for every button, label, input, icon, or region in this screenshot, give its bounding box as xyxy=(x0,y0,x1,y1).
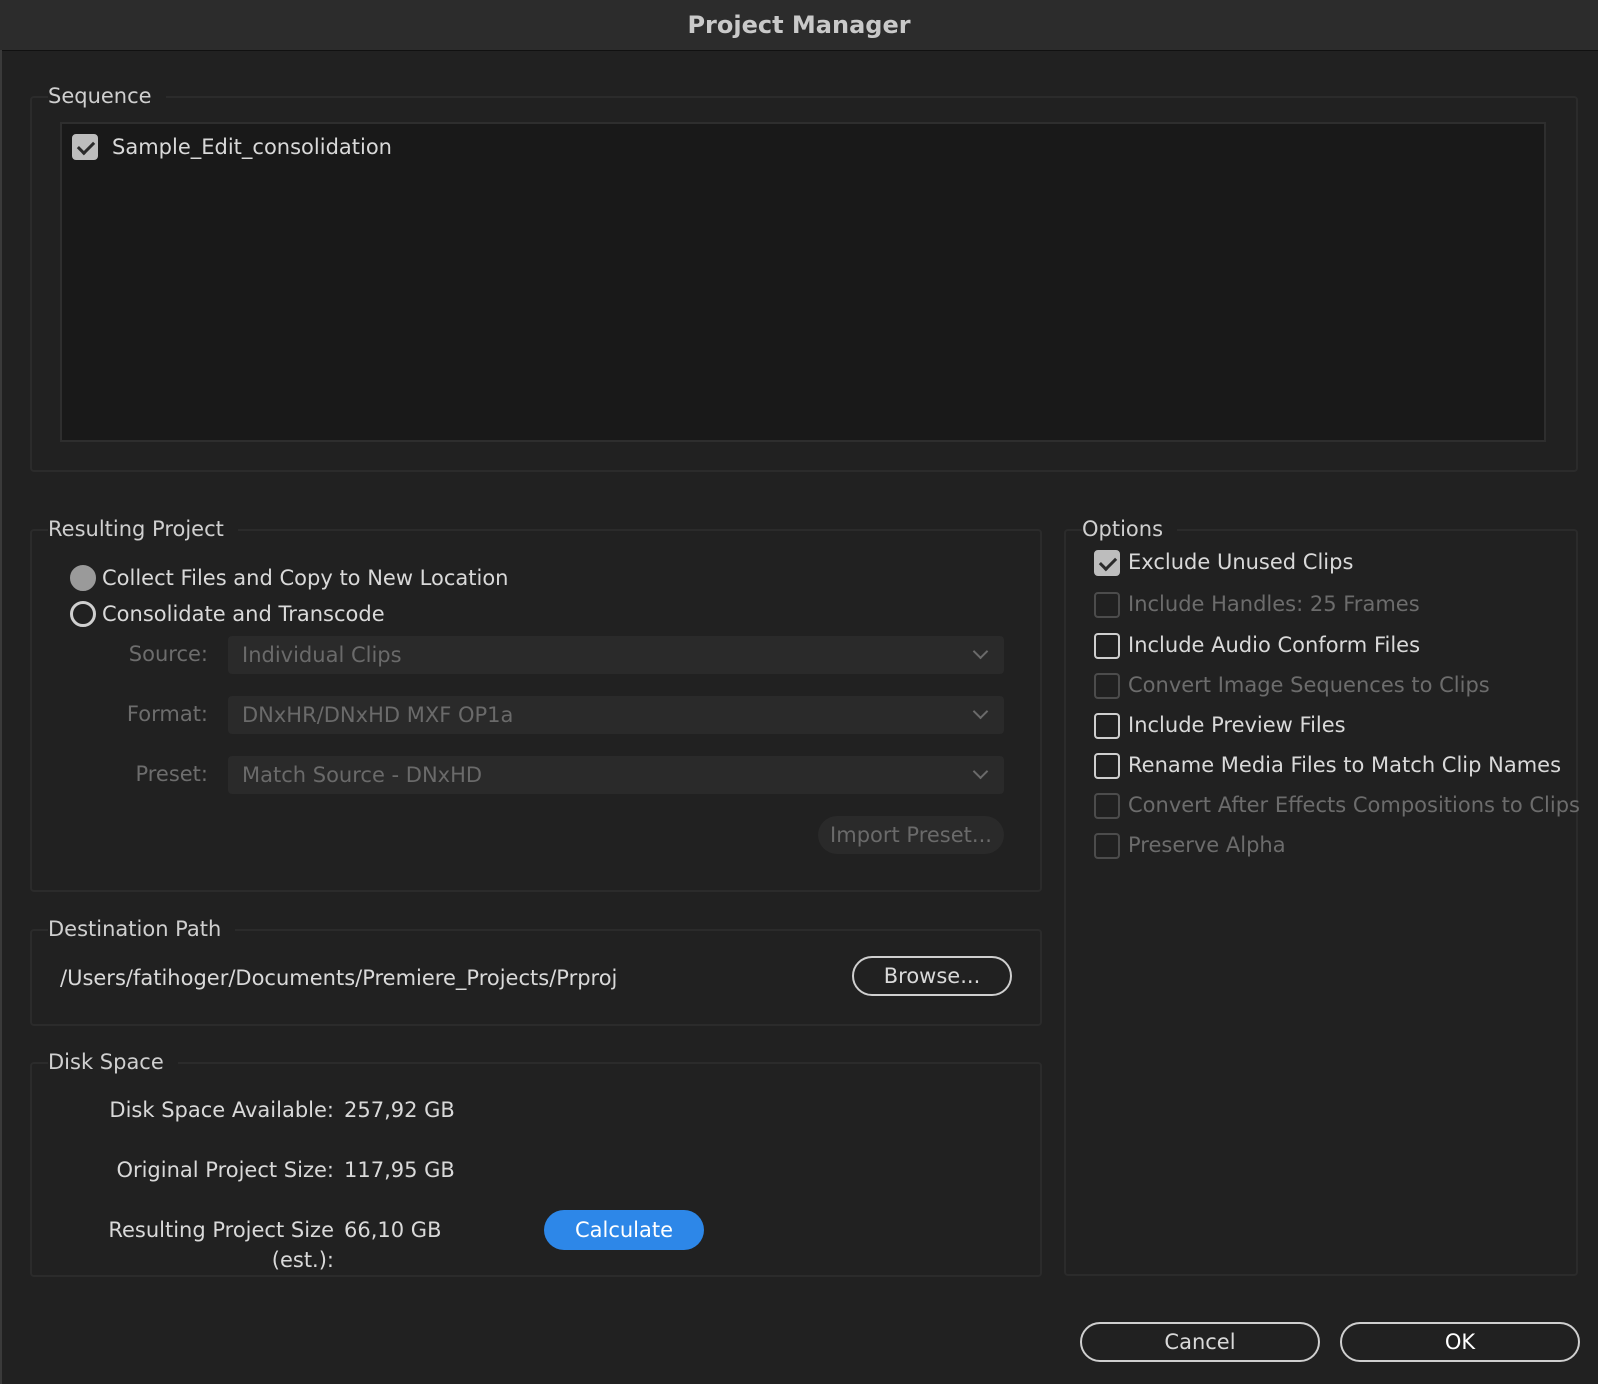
preset-label: Preset: xyxy=(135,762,208,786)
convert-ae-compositions-checkbox[interactable] xyxy=(1094,793,1120,819)
include-audio-conform-label[interactable]: Include Audio Conform Files xyxy=(1128,630,1420,660)
convert-ae-compositions-label: Convert After Effects Compositions to Cl… xyxy=(1128,793,1580,817)
chevron-down-icon xyxy=(972,763,989,780)
rename-media-files-label[interactable]: Rename Media Files to Match Clip Names xyxy=(1128,750,1561,780)
exclude-unused-clips-label[interactable]: Exclude Unused Clips xyxy=(1128,547,1353,577)
collect-files-radio[interactable] xyxy=(70,565,96,591)
preset-select[interactable]: Match Source - DNxHD xyxy=(228,756,1004,794)
include-handles-label: Include Handles: 25 Frames xyxy=(1128,592,1420,616)
browse-button[interactable]: Browse... xyxy=(852,956,1012,996)
include-preview-files-label[interactable]: Include Preview Files xyxy=(1128,710,1346,740)
options-legend: Options xyxy=(1082,514,1178,544)
sequence-item-label: Sample_Edit_consolidation xyxy=(112,135,392,159)
preserve-alpha-checkbox[interactable] xyxy=(1094,833,1120,859)
import-preset-button[interactable]: Import Preset... xyxy=(818,816,1004,854)
include-handles-checkbox[interactable] xyxy=(1094,592,1120,618)
dialog-edge xyxy=(0,50,2,1384)
source-label: Source: xyxy=(128,642,208,666)
calculate-button[interactable]: Calculate xyxy=(544,1210,704,1250)
source-select[interactable]: Individual Clips xyxy=(228,636,1004,674)
format-label: Format: xyxy=(126,702,208,726)
preset-value: Match Source - DNxHD xyxy=(242,763,483,787)
source-value: Individual Clips xyxy=(242,643,402,667)
disk-space-available-label: Disk Space Available: xyxy=(109,1098,334,1122)
rename-media-files-checkbox[interactable] xyxy=(1094,753,1120,779)
window-title: Project Manager xyxy=(0,0,1598,51)
preserve-alpha-label: Preserve Alpha xyxy=(1128,833,1286,857)
include-audio-conform-checkbox[interactable] xyxy=(1094,633,1120,659)
exclude-unused-clips-checkbox[interactable] xyxy=(1094,550,1120,576)
sequence-legend: Sequence xyxy=(48,81,166,111)
cancel-button[interactable]: Cancel xyxy=(1080,1322,1320,1362)
format-value: DNxHR/DNxHD MXF OP1a xyxy=(242,703,514,727)
disk-space-legend: Disk Space xyxy=(48,1047,178,1077)
original-project-size-label: Original Project Size: xyxy=(116,1158,334,1182)
sequence-list: Sample_Edit_consolidation xyxy=(60,122,1546,442)
original-project-size-value: 117,95 GB xyxy=(344,1158,455,1182)
consolidate-transcode-label[interactable]: Consolidate and Transcode xyxy=(102,599,385,629)
resulting-project-legend: Resulting Project xyxy=(48,514,238,544)
ok-button[interactable]: OK xyxy=(1340,1322,1580,1362)
destination-path: /Users/fatihoger/Documents/Premiere_Proj… xyxy=(60,966,618,990)
sequence-item-checkbox[interactable] xyxy=(72,134,98,160)
destination-legend: Destination Path xyxy=(48,914,236,944)
resulting-project-size-label: Resulting Project Size (est.): xyxy=(108,1218,334,1272)
format-select[interactable]: DNxHR/DNxHD MXF OP1a xyxy=(228,696,1004,734)
include-preview-files-checkbox[interactable] xyxy=(1094,713,1120,739)
convert-image-sequences-label: Convert Image Sequences to Clips xyxy=(1128,673,1490,697)
chevron-down-icon xyxy=(972,643,989,660)
resulting-project-size-value: 66,10 GB xyxy=(344,1218,442,1242)
consolidate-transcode-radio[interactable] xyxy=(70,601,96,627)
convert-image-sequences-checkbox[interactable] xyxy=(1094,673,1120,699)
chevron-down-icon xyxy=(972,703,989,720)
collect-files-label[interactable]: Collect Files and Copy to New Location xyxy=(102,563,509,593)
disk-space-available-value: 257,92 GB xyxy=(344,1098,455,1122)
